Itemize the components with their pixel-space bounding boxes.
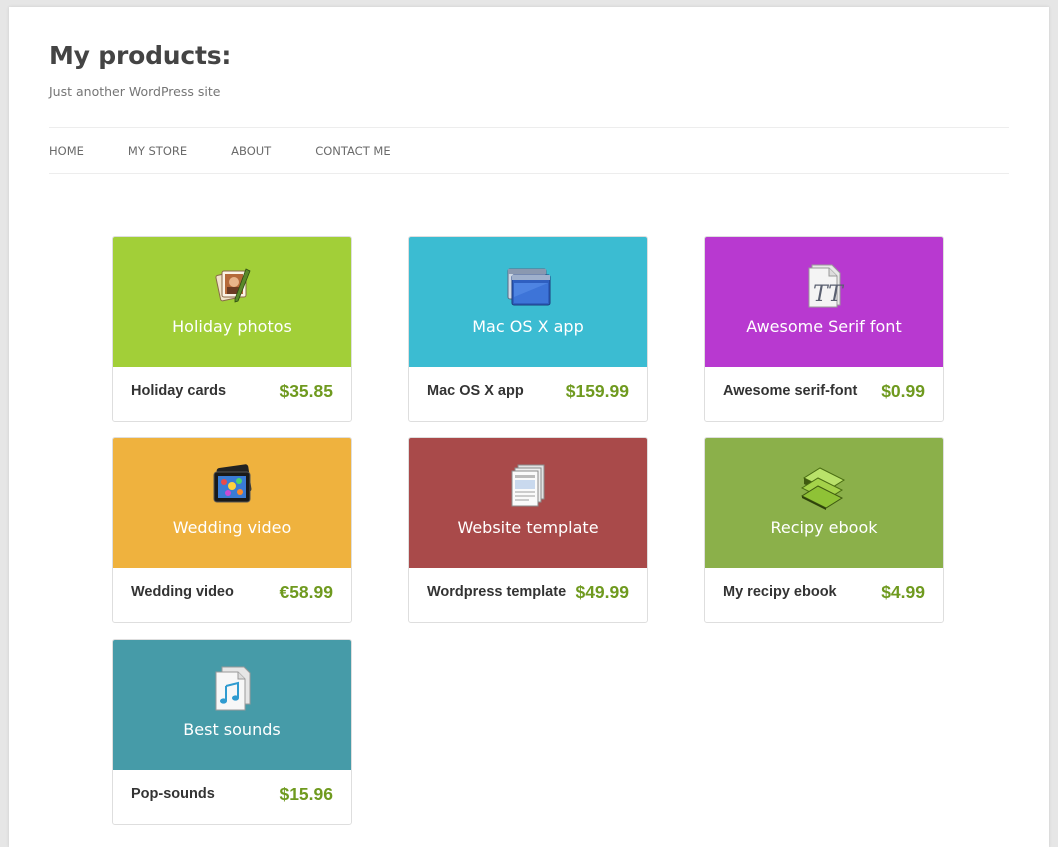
- main-navigation: HOME MY STORE ABOUT CONTACT ME: [49, 127, 1009, 174]
- product-banner[interactable]: TT Awesome Serif font: [705, 237, 943, 367]
- ebook-stack-icon: [800, 467, 846, 510]
- product-card[interactable]: Holiday photos Holiday cards $35.85: [112, 236, 352, 422]
- product-price: €58.99: [279, 582, 333, 602]
- product-banner-title: Best sounds: [183, 720, 281, 739]
- site-title[interactable]: My products:: [49, 41, 231, 70]
- page: My products: Just another WordPress site…: [9, 7, 1049, 847]
- product-banner[interactable]: Website template: [409, 438, 647, 568]
- product-name[interactable]: Holiday cards: [131, 383, 226, 399]
- photos-icon: [215, 268, 251, 303]
- video-film-icon: [213, 464, 252, 503]
- product-card[interactable]: Best sounds Pop-sounds $15.96: [112, 639, 352, 825]
- nav-item-my-store[interactable]: MY STORE: [128, 144, 187, 158]
- product-name[interactable]: Wordpress template: [427, 584, 566, 600]
- nav-item-contact-me[interactable]: CONTACT ME: [315, 144, 390, 158]
- product-banner[interactable]: Best sounds: [113, 640, 351, 770]
- app-window-icon: [507, 268, 551, 306]
- product-banner[interactable]: Recipy ebook: [705, 438, 943, 568]
- svg-text:TT: TT: [813, 282, 845, 307]
- font-file-icon: TT: [808, 264, 845, 308]
- product-banner-title: Website template: [457, 518, 599, 537]
- product-banner[interactable]: Holiday photos: [113, 237, 351, 367]
- product-banner-title: Recipy ebook: [770, 518, 878, 537]
- product-price: $35.85: [279, 381, 333, 401]
- nav-item-about[interactable]: ABOUT: [231, 144, 271, 158]
- product-name[interactable]: Mac OS X app: [427, 383, 524, 399]
- product-price: $4.99: [881, 582, 925, 602]
- product-price: $15.96: [279, 784, 333, 804]
- product-banner[interactable]: Mac OS X app: [409, 237, 647, 367]
- product-banner-title: Mac OS X app: [472, 317, 584, 336]
- product-card[interactable]: TT Awesome Serif font Awesome serif-font…: [704, 236, 944, 422]
- product-name[interactable]: Pop-sounds: [131, 786, 215, 802]
- product-price: $159.99: [565, 381, 629, 401]
- product-name[interactable]: My recipy ebook: [723, 584, 837, 600]
- music-file-icon: [215, 666, 251, 711]
- product-price: $0.99: [881, 381, 925, 401]
- site-description: Just another WordPress site: [49, 84, 221, 99]
- template-document-icon: [511, 464, 545, 507]
- nav-item-home[interactable]: HOME: [49, 144, 84, 158]
- product-name[interactable]: Wedding video: [131, 584, 234, 600]
- product-price: $49.99: [575, 582, 629, 602]
- product-banner-title: Awesome Serif font: [746, 317, 902, 336]
- product-banner-title: Wedding video: [172, 518, 292, 537]
- product-card[interactable]: Recipy ebook My recipy ebook $4.99: [704, 437, 944, 623]
- product-card[interactable]: Wedding video Wedding video €58.99: [112, 437, 352, 623]
- product-card[interactable]: Website template Wordpress template $49.…: [408, 437, 648, 623]
- product-banner[interactable]: Wedding video: [113, 438, 351, 568]
- product-banner-title: Holiday photos: [172, 317, 292, 336]
- product-name[interactable]: Awesome serif-font: [723, 383, 857, 399]
- product-card[interactable]: Mac OS X app Mac OS X app $159.99: [408, 236, 648, 422]
